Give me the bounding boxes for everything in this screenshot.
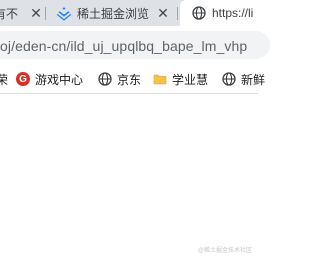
tab-strip: 有不 ✕ 稀土掘金浏览 ✕ https://li — [0, 0, 270, 26]
bookmark-jd[interactable]: 京东 — [98, 70, 141, 88]
globe-icon — [98, 72, 112, 86]
tab-divider — [45, 7, 46, 20]
tab-label: 有不 — [0, 6, 19, 21]
close-tab-icon[interactable]: ✕ — [28, 5, 44, 21]
bookmarks-bar: 荣 G 游戏中心 京东 学业慧 新鲜 — [0, 64, 265, 94]
toolbar: oj/eden-cn/ild_uj_upqlbq_bape_lm_vhp — [0, 26, 270, 64]
page-content: @稀土掘金技术社区 — [0, 95, 258, 258]
tab-label: https://li — [212, 6, 254, 20]
bookmark-item[interactable]: 新鲜 — [222, 70, 265, 88]
watermark: @稀土掘金技术社区 — [197, 248, 252, 254]
game-center-icon: G — [16, 72, 30, 86]
bookmark-label: 游戏中心 — [35, 72, 84, 87]
bookmark-folder[interactable]: 学业慧 — [153, 70, 208, 88]
bookmark-label: 京东 — [117, 72, 142, 87]
folder-icon — [153, 74, 167, 85]
bookmark-label: 荣 — [0, 72, 9, 87]
globe-icon — [192, 6, 206, 20]
tab-previous[interactable]: 有不 ✕ — [0, 0, 46, 26]
bookmark-label: 新鲜 — [241, 72, 266, 87]
url-text[interactable]: oj/eden-cn/ild_uj_upqlbq_bape_lm_vhp — [0, 38, 258, 54]
tab-active[interactable]: https://li — [180, 0, 270, 26]
bookmark-game-center[interactable]: G 游戏中心 — [16, 70, 83, 88]
bookmark-item[interactable]: 荣 — [0, 70, 8, 88]
close-tab-icon[interactable]: ✕ — [155, 5, 171, 21]
tab-label: 稀土掘金浏览 — [77, 6, 149, 21]
juejin-icon — [56, 7, 72, 21]
globe-icon — [222, 72, 236, 86]
tab-divider — [177, 7, 178, 20]
tab-juejin-browser[interactable]: 稀土掘金浏览 ✕ — [47, 0, 177, 26]
bookmark-label: 学业慧 — [172, 72, 209, 87]
